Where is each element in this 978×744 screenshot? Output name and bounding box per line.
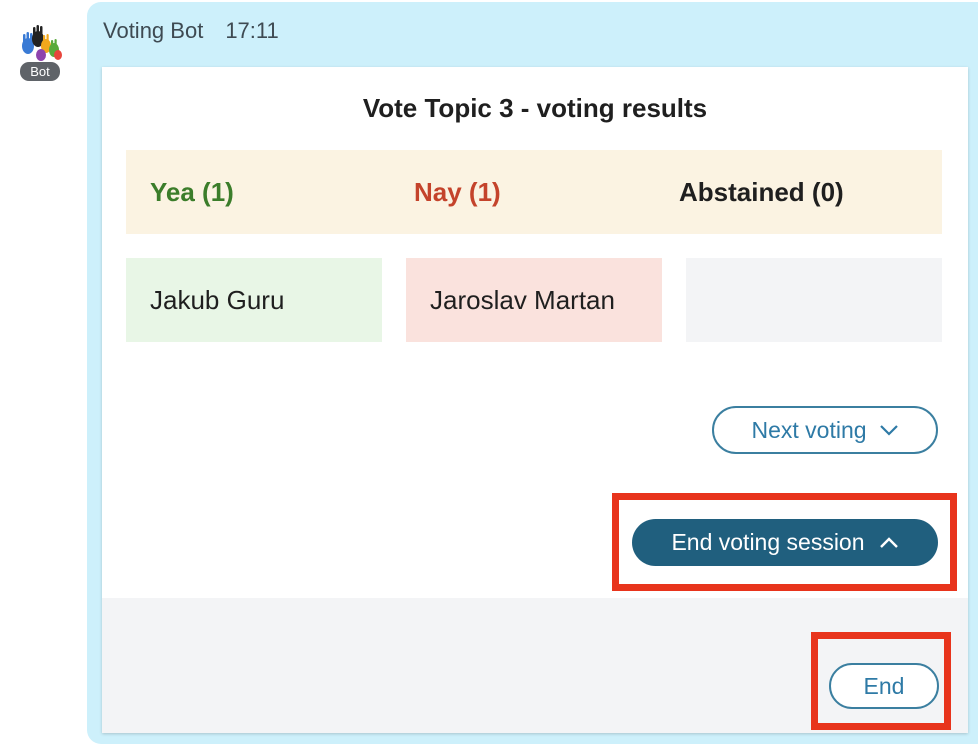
message-header: Voting Bot 17:11 <box>103 18 279 44</box>
yea-header: Yea (1) <box>150 177 234 207</box>
card-title: Vote Topic 3 - voting results <box>362 93 708 123</box>
abstained-voter-cell <box>686 258 942 342</box>
voting-results-card: Vote Topic 3 - voting results Yea (1) Na… <box>102 67 968 733</box>
next-voting-label: Next voting <box>751 416 867 443</box>
nay-voter-cell: Jaroslav Martan <box>406 258 662 342</box>
chat-page: Bot Voting Bot 17:11 Vote Topic 3 - votin… <box>0 0 978 744</box>
end-label: End <box>863 672 905 699</box>
nay-header: Nay (1) <box>414 177 501 207</box>
abstained-header: Abstained (0) <box>679 177 844 207</box>
message-time: 17:11 <box>225 18 279 43</box>
yea-voter-cell: Jakub Guru <box>126 258 382 342</box>
next-voting-button[interactable]: Next voting <box>712 406 938 454</box>
chevron-up-icon <box>879 536 898 548</box>
end-voting-session-label: End voting session <box>671 529 865 555</box>
bot-avatar[interactable]: Bot <box>14 24 66 81</box>
bot-badge: Bot <box>20 62 60 81</box>
sender-name[interactable]: Voting Bot <box>103 18 203 43</box>
end-voting-session-button[interactable]: End voting session <box>632 519 938 566</box>
chevron-down-icon <box>879 425 898 436</box>
results-header-row: Yea (1) Nay (1) Abstained (0) <box>126 150 942 234</box>
end-button[interactable]: End <box>829 663 939 709</box>
